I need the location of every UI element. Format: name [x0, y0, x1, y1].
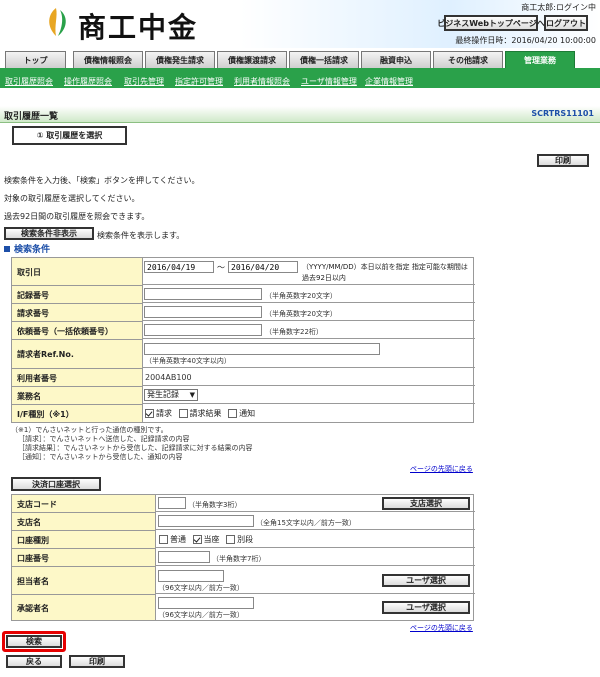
account-select-button[interactable]: 決済口座選択 [11, 477, 101, 491]
approver-user-select-button[interactable]: ユーザ選択 [382, 601, 470, 614]
if-type-label: I/F種別（※1） [17, 410, 74, 419]
tab-loan[interactable]: 融資申込 [361, 51, 431, 68]
tab-other[interactable]: その他請求 [433, 51, 503, 68]
search-button[interactable]: 検索 [6, 635, 62, 648]
submenu-user-mgmt[interactable]: ユーザ情報管理 [301, 76, 357, 87]
last-operation-time: 最終操作日時：2016/04/20 10:00:00 [455, 36, 596, 45]
ref-no-label: 請求者Ref.No. [17, 350, 74, 359]
submenu-permission-mgmt[interactable]: 指定許可管理 [175, 76, 223, 87]
submenu-user-info[interactable]: 利用者情報照会 [234, 76, 290, 87]
hide-conditions-hint: 検索条件を表示します。 [97, 231, 185, 240]
if-opt-result[interactable]: 請求結果 [178, 409, 222, 418]
record-no-label: 記録番号 [17, 291, 49, 300]
account-no-label: 口座番号 [17, 554, 49, 563]
tab-credit-issue[interactable]: 債権発生請求 [145, 51, 215, 68]
if-opt-notice[interactable]: 通知 [228, 409, 255, 418]
hide-conditions-button[interactable]: 検索条件非表示 [4, 227, 94, 240]
back-button[interactable]: 戻る [6, 655, 62, 668]
user-no-label: 利用者番号 [17, 374, 57, 383]
submenu-operation-history[interactable]: 操作履歴照会 [64, 76, 112, 87]
logo: 商工中金 [38, 4, 238, 44]
tab-credit-info[interactable]: 債権情報照会 [73, 51, 143, 68]
approver-note: （96文字以内／前方一致） [158, 611, 244, 619]
submenu-company-mgmt[interactable]: 企業情報管理 [365, 76, 413, 87]
search-conditions-table: 取引日 ～ （YYYY/MM/DD）本日以前を指定 指定可能な期間は過去92日以… [11, 257, 475, 423]
submenu-partner-mgmt[interactable]: 取引先管理 [124, 76, 164, 87]
if-type-options: 請求 請求結果 通知 [145, 408, 255, 419]
task-label: 業務名 [17, 392, 41, 401]
account-table: 支店コード （半角数字3桁） 支店選択 支店名 （全角15文字以内／前方一致） … [11, 494, 475, 621]
if-note-4: ［通知］：でんさいネットから受信した、通知の内容 [18, 453, 183, 461]
branch-code-label: 支店コード [17, 500, 57, 509]
checkbox-icon [228, 409, 238, 418]
account-type-label: 口座種別 [17, 536, 49, 545]
logout-button[interactable]: ログアウト [544, 15, 588, 31]
approver-input[interactable] [158, 597, 254, 609]
back-to-top-link-1[interactable]: ページの先頭に戻る [410, 464, 473, 474]
title-bar: 取引履歴一覧 SCRTRS11101 [0, 106, 600, 123]
instruction-1: 検索条件を入力後、「検索」ボタンを押してください。 [4, 176, 200, 185]
user-login-status: 商工太郎:ログイン中 [521, 3, 596, 12]
submenu-transaction-history[interactable]: 取引履歴照会 [5, 76, 53, 87]
screen-id: SCRTRS11101 [531, 109, 594, 118]
page-title: 取引履歴一覧 [4, 112, 59, 122]
staff-label: 担当者名 [17, 577, 49, 586]
tab-top[interactable]: トップ [5, 51, 66, 68]
logo-text: 商工中金 [78, 11, 199, 44]
back-to-top-link-2[interactable]: ページの先頭に戻る [410, 623, 473, 633]
if-opt-request[interactable]: 請求 [145, 409, 172, 418]
header: 商工中金 商工太郎:ログイン中 ビジネスWebトップページへ ログアウト 最終操… [0, 0, 600, 48]
section-square-icon [4, 246, 10, 252]
approver-label: 承認者名 [17, 604, 49, 613]
biz-top-button[interactable]: ビジネスWebトップページへ [437, 15, 545, 31]
date-label: 取引日 [17, 268, 41, 277]
tab-credit-transfer[interactable]: 債権譲渡請求 [217, 51, 287, 68]
checkbox-checked-icon [145, 409, 154, 418]
logo-mark-icon [49, 8, 66, 36]
if-opt-notice-label: 通知 [239, 409, 256, 418]
request-no-label: 請求番号 [17, 309, 49, 318]
step-indicator: ① 取引履歴を選択 [12, 126, 127, 145]
if-opt-result-label: 請求結果 [189, 409, 222, 418]
branch-name-label: 支店名 [17, 518, 41, 527]
section-title-text: 検索条件 [14, 245, 51, 255]
submenu-bar: 取引履歴照会 操作履歴照会 取引先管理 指定許可管理 利用者情報照会 ユーザ情報… [0, 68, 600, 88]
tab-management[interactable]: 管理業務 [505, 51, 575, 68]
bulk-no-label: 依頼番号（一括依頼番号） [17, 327, 113, 336]
checkbox-icon [178, 409, 188, 418]
instruction-2: 対象の取引履歴を選択してください。 [4, 194, 140, 203]
print-button-top[interactable]: 印刷 [537, 154, 589, 167]
instruction-3: 過去92日間の取引履歴を照会できます。 [4, 212, 150, 221]
print-button-bottom[interactable]: 印刷 [69, 655, 125, 668]
section-title: 検索条件 [4, 242, 50, 255]
if-opt-request-label: 請求 [156, 409, 172, 418]
tab-bulk-request[interactable]: 債権一括請求 [289, 51, 359, 68]
